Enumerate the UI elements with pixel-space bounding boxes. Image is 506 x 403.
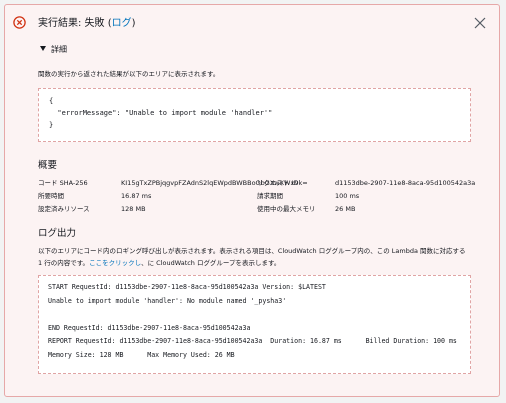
result-output: { "errorMessage": "Unable to import modu… [38, 88, 471, 142]
result-title: 実行結果: 失敗 (ログ) [38, 18, 136, 30]
log-line: END RequestId: d1153dbe-2907-11e8-8aca-9… [48, 323, 251, 332]
max-memory-value: 26 MB [335, 205, 356, 213]
result-line: } [49, 121, 54, 129]
details-toggle[interactable]: 詳細 [40, 45, 67, 55]
result-description: 関数の実行から返された結果が以下のエリアに表示されます。 [38, 70, 220, 78]
log-description-prefix: 1 行の内容です。 [38, 259, 90, 267]
result-line: { [49, 97, 54, 105]
billed-duration-value: 100 ms [335, 192, 360, 200]
title-prefix: 実行結果: 失敗 ( [38, 18, 112, 29]
log-line: REPORT RequestId: d1153dbe-2907-11e8-8ac… [48, 337, 457, 346]
close-icon[interactable] [474, 17, 486, 29]
max-memory-label: 使用中の最大メモリ [257, 205, 316, 213]
log-description-suffix: 、に CloudWatch ロググループを表示します。 [141, 259, 281, 267]
title-suffix: ) [131, 18, 136, 29]
request-id-label: リクエスト ID [257, 179, 299, 187]
log-line: ​ [48, 308, 470, 322]
log-line: Memory Size: 128 MB Max Memory Used: 26 … [48, 350, 235, 359]
billed-duration-label: 請求期間 [257, 192, 283, 200]
result-line: "errorMessage": "Unable to import module… [49, 109, 273, 117]
log-output: START RequestId: d1153dbe-2907-11e8-8aca… [38, 275, 471, 374]
error-icon [13, 16, 26, 29]
caret-down-icon [40, 46, 46, 51]
log-output-heading: ログ出力 [38, 228, 77, 239]
duration-value: 16.87 ms [121, 192, 152, 200]
duration-label: 所要時間 [38, 192, 64, 200]
log-link[interactable]: ログ [112, 18, 132, 29]
execution-result-panel: 実行結果: 失敗 (ログ) 詳細 関数の実行から返された結果が以下のエリアに表示… [4, 4, 500, 397]
details-toggle-label: 詳細 [51, 45, 67, 54]
cloudwatch-link[interactable]: ここをクリックし [89, 259, 141, 267]
code-sha-label: コード SHA-256 [38, 179, 88, 187]
request-id-value: d1153dbe-2907-11e8-8aca-95d100542a3a [335, 179, 476, 187]
log-line: Unable to import module 'handler': No mo… [48, 296, 287, 305]
log-description-line1: 以下のエリアにコード内のロギング呼び出しが表示されます。表示される項目は、Clo… [38, 247, 466, 255]
resources-value: 128 MB [121, 205, 146, 213]
log-description-line2: 1 行の内容です。ここをクリックし、に CloudWatch ロググループを表示… [38, 258, 280, 269]
resources-label: 設定済みリソース [38, 205, 90, 213]
log-line: START RequestId: d1153dbe-2907-11e8-8aca… [48, 283, 326, 291]
summary-heading: 概要 [38, 160, 58, 171]
